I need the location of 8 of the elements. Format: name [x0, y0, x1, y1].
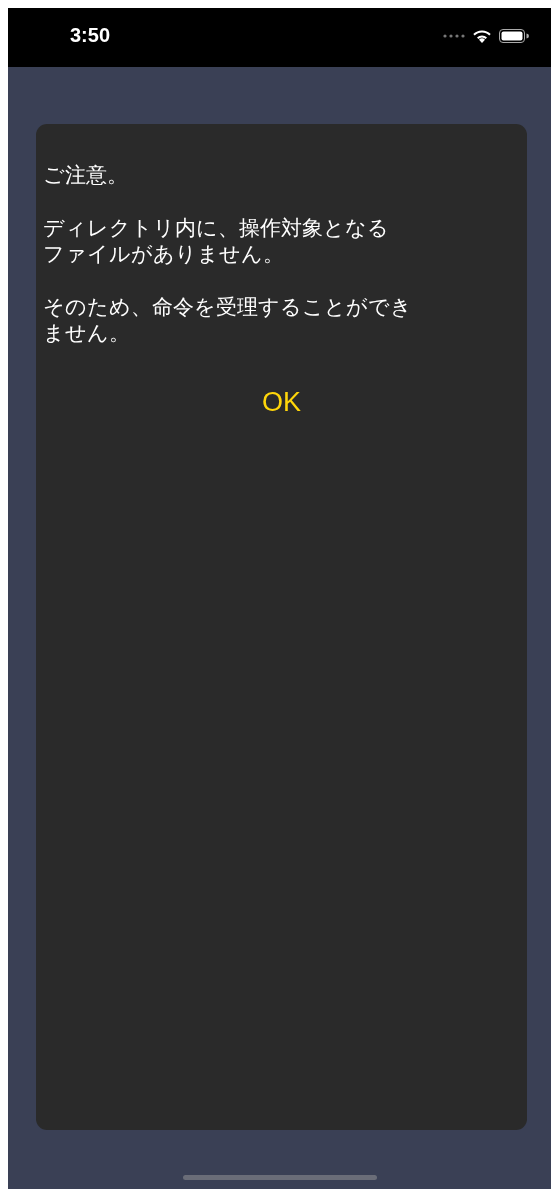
wifi-icon: [472, 28, 492, 43]
status-time: 3:50: [69, 24, 111, 47]
message-text: そのため、命令を受理することができません。: [43, 293, 413, 347]
battery-icon: [499, 28, 529, 43]
ok-button[interactable]: OK: [252, 382, 311, 422]
message-text: ディレクトリ内に、操作対象となるファイルがありません。: [43, 214, 390, 268]
signal-icon: [443, 33, 465, 38]
message-text: ご注意。: [43, 162, 129, 189]
